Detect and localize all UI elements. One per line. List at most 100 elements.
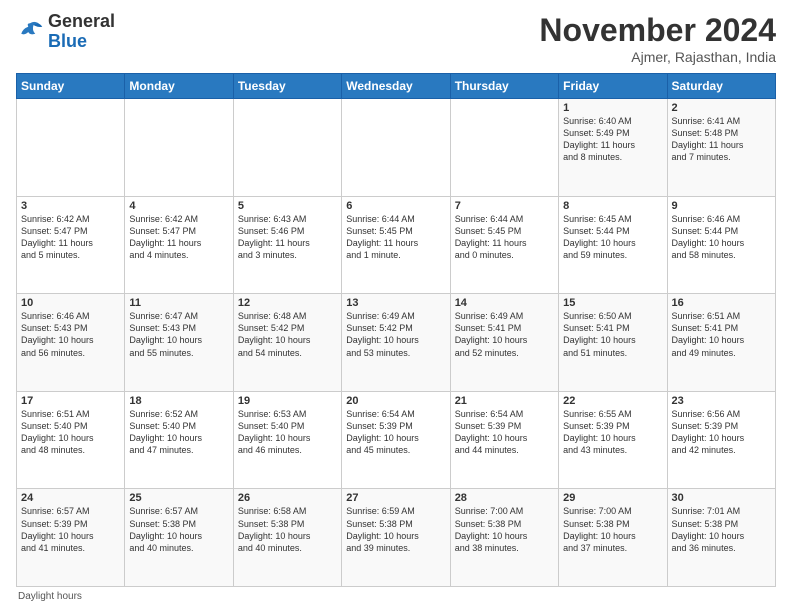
day-info: Sunrise: 6:41 AM Sunset: 5:48 PM Dayligh… bbox=[672, 115, 771, 164]
calendar-cell bbox=[17, 99, 125, 197]
day-number: 18 bbox=[129, 395, 228, 407]
calendar-cell: 21Sunrise: 6:54 AM Sunset: 5:39 PM Dayli… bbox=[450, 391, 558, 489]
day-number: 4 bbox=[129, 200, 228, 212]
day-number: 25 bbox=[129, 492, 228, 504]
calendar-cell: 11Sunrise: 6:47 AM Sunset: 5:43 PM Dayli… bbox=[125, 294, 233, 392]
logo-general: General bbox=[48, 11, 115, 31]
day-number: 1 bbox=[563, 102, 662, 114]
day-info: Sunrise: 6:57 AM Sunset: 5:38 PM Dayligh… bbox=[129, 505, 228, 554]
day-info: Sunrise: 6:54 AM Sunset: 5:39 PM Dayligh… bbox=[455, 408, 554, 457]
day-info: Sunrise: 6:58 AM Sunset: 5:38 PM Dayligh… bbox=[238, 505, 337, 554]
calendar-cell: 25Sunrise: 6:57 AM Sunset: 5:38 PM Dayli… bbox=[125, 489, 233, 587]
calendar-cell: 22Sunrise: 6:55 AM Sunset: 5:39 PM Dayli… bbox=[559, 391, 667, 489]
calendar-cell: 20Sunrise: 6:54 AM Sunset: 5:39 PM Dayli… bbox=[342, 391, 450, 489]
calendar-cell: 27Sunrise: 6:59 AM Sunset: 5:38 PM Dayli… bbox=[342, 489, 450, 587]
calendar-cell: 12Sunrise: 6:48 AM Sunset: 5:42 PM Dayli… bbox=[233, 294, 341, 392]
calendar-cell bbox=[125, 99, 233, 197]
day-info: Sunrise: 6:53 AM Sunset: 5:40 PM Dayligh… bbox=[238, 408, 337, 457]
day-number: 14 bbox=[455, 297, 554, 309]
logo-text: General Blue bbox=[48, 12, 115, 52]
day-info: Sunrise: 6:51 AM Sunset: 5:41 PM Dayligh… bbox=[672, 310, 771, 359]
days-header-row: SundayMondayTuesdayWednesdayThursdayFrid… bbox=[17, 74, 776, 99]
calendar-cell: 2Sunrise: 6:41 AM Sunset: 5:48 PM Daylig… bbox=[667, 99, 775, 197]
day-number: 8 bbox=[563, 200, 662, 212]
day-info: Sunrise: 6:52 AM Sunset: 5:40 PM Dayligh… bbox=[129, 408, 228, 457]
day-number: 12 bbox=[238, 297, 337, 309]
day-number: 21 bbox=[455, 395, 554, 407]
logo-bird-icon bbox=[16, 18, 44, 46]
day-info: Sunrise: 7:00 AM Sunset: 5:38 PM Dayligh… bbox=[563, 505, 662, 554]
day-number: 11 bbox=[129, 297, 228, 309]
day-number: 16 bbox=[672, 297, 771, 309]
day-number: 28 bbox=[455, 492, 554, 504]
title-block: November 2024 Ajmer, Rajasthan, India bbox=[539, 12, 776, 65]
day-header-wednesday: Wednesday bbox=[342, 74, 450, 99]
calendar-cell: 19Sunrise: 6:53 AM Sunset: 5:40 PM Dayli… bbox=[233, 391, 341, 489]
calendar-cell: 4Sunrise: 6:42 AM Sunset: 5:47 PM Daylig… bbox=[125, 196, 233, 294]
calendar-cell: 5Sunrise: 6:43 AM Sunset: 5:46 PM Daylig… bbox=[233, 196, 341, 294]
week-row-4: 17Sunrise: 6:51 AM Sunset: 5:40 PM Dayli… bbox=[17, 391, 776, 489]
day-info: Sunrise: 6:59 AM Sunset: 5:38 PM Dayligh… bbox=[346, 505, 445, 554]
day-info: Sunrise: 6:46 AM Sunset: 5:43 PM Dayligh… bbox=[21, 310, 120, 359]
calendar-cell: 7Sunrise: 6:44 AM Sunset: 5:45 PM Daylig… bbox=[450, 196, 558, 294]
calendar-cell: 1Sunrise: 6:40 AM Sunset: 5:49 PM Daylig… bbox=[559, 99, 667, 197]
day-number: 20 bbox=[346, 395, 445, 407]
day-header-monday: Monday bbox=[125, 74, 233, 99]
day-number: 10 bbox=[21, 297, 120, 309]
day-info: Sunrise: 6:42 AM Sunset: 5:47 PM Dayligh… bbox=[21, 213, 120, 262]
calendar-cell: 9Sunrise: 6:46 AM Sunset: 5:44 PM Daylig… bbox=[667, 196, 775, 294]
calendar-cell: 29Sunrise: 7:00 AM Sunset: 5:38 PM Dayli… bbox=[559, 489, 667, 587]
day-header-tuesday: Tuesday bbox=[233, 74, 341, 99]
day-info: Sunrise: 6:57 AM Sunset: 5:39 PM Dayligh… bbox=[21, 505, 120, 554]
month-title: November 2024 bbox=[539, 12, 776, 49]
day-info: Sunrise: 6:44 AM Sunset: 5:45 PM Dayligh… bbox=[346, 213, 445, 262]
day-info: Sunrise: 6:43 AM Sunset: 5:46 PM Dayligh… bbox=[238, 213, 337, 262]
header: General Blue November 2024 Ajmer, Rajast… bbox=[16, 12, 776, 65]
calendar-cell: 18Sunrise: 6:52 AM Sunset: 5:40 PM Dayli… bbox=[125, 391, 233, 489]
day-number: 22 bbox=[563, 395, 662, 407]
calendar-cell: 10Sunrise: 6:46 AM Sunset: 5:43 PM Dayli… bbox=[17, 294, 125, 392]
day-info: Sunrise: 6:47 AM Sunset: 5:43 PM Dayligh… bbox=[129, 310, 228, 359]
day-info: Sunrise: 7:01 AM Sunset: 5:38 PM Dayligh… bbox=[672, 505, 771, 554]
day-header-sunday: Sunday bbox=[17, 74, 125, 99]
day-info: Sunrise: 6:42 AM Sunset: 5:47 PM Dayligh… bbox=[129, 213, 228, 262]
day-info: Sunrise: 6:49 AM Sunset: 5:41 PM Dayligh… bbox=[455, 310, 554, 359]
day-number: 24 bbox=[21, 492, 120, 504]
calendar-cell: 30Sunrise: 7:01 AM Sunset: 5:38 PM Dayli… bbox=[667, 489, 775, 587]
day-number: 7 bbox=[455, 200, 554, 212]
day-info: Sunrise: 6:40 AM Sunset: 5:49 PM Dayligh… bbox=[563, 115, 662, 164]
week-row-1: 1Sunrise: 6:40 AM Sunset: 5:49 PM Daylig… bbox=[17, 99, 776, 197]
day-number: 26 bbox=[238, 492, 337, 504]
calendar-cell: 23Sunrise: 6:56 AM Sunset: 5:39 PM Dayli… bbox=[667, 391, 775, 489]
calendar-cell: 16Sunrise: 6:51 AM Sunset: 5:41 PM Dayli… bbox=[667, 294, 775, 392]
calendar-cell: 17Sunrise: 6:51 AM Sunset: 5:40 PM Dayli… bbox=[17, 391, 125, 489]
day-info: Sunrise: 6:55 AM Sunset: 5:39 PM Dayligh… bbox=[563, 408, 662, 457]
day-info: Sunrise: 6:49 AM Sunset: 5:42 PM Dayligh… bbox=[346, 310, 445, 359]
day-info: Sunrise: 6:56 AM Sunset: 5:39 PM Dayligh… bbox=[672, 408, 771, 457]
day-info: Sunrise: 6:46 AM Sunset: 5:44 PM Dayligh… bbox=[672, 213, 771, 262]
day-number: 6 bbox=[346, 200, 445, 212]
week-row-2: 3Sunrise: 6:42 AM Sunset: 5:47 PM Daylig… bbox=[17, 196, 776, 294]
day-info: Sunrise: 6:44 AM Sunset: 5:45 PM Dayligh… bbox=[455, 213, 554, 262]
day-number: 3 bbox=[21, 200, 120, 212]
day-number: 29 bbox=[563, 492, 662, 504]
day-header-friday: Friday bbox=[559, 74, 667, 99]
day-info: Sunrise: 6:45 AM Sunset: 5:44 PM Dayligh… bbox=[563, 213, 662, 262]
page: General Blue November 2024 Ajmer, Rajast… bbox=[0, 0, 792, 612]
day-number: 17 bbox=[21, 395, 120, 407]
day-number: 19 bbox=[238, 395, 337, 407]
day-header-saturday: Saturday bbox=[667, 74, 775, 99]
calendar-cell: 13Sunrise: 6:49 AM Sunset: 5:42 PM Dayli… bbox=[342, 294, 450, 392]
logo-blue: Blue bbox=[48, 31, 87, 51]
calendar-cell: 8Sunrise: 6:45 AM Sunset: 5:44 PM Daylig… bbox=[559, 196, 667, 294]
footer-note: Daylight hours bbox=[16, 591, 776, 602]
day-number: 27 bbox=[346, 492, 445, 504]
calendar-cell bbox=[342, 99, 450, 197]
day-number: 5 bbox=[238, 200, 337, 212]
calendar-cell: 6Sunrise: 6:44 AM Sunset: 5:45 PM Daylig… bbox=[342, 196, 450, 294]
calendar-cell bbox=[450, 99, 558, 197]
day-number: 9 bbox=[672, 200, 771, 212]
week-row-3: 10Sunrise: 6:46 AM Sunset: 5:43 PM Dayli… bbox=[17, 294, 776, 392]
location: Ajmer, Rajasthan, India bbox=[539, 49, 776, 65]
calendar-cell: 15Sunrise: 6:50 AM Sunset: 5:41 PM Dayli… bbox=[559, 294, 667, 392]
